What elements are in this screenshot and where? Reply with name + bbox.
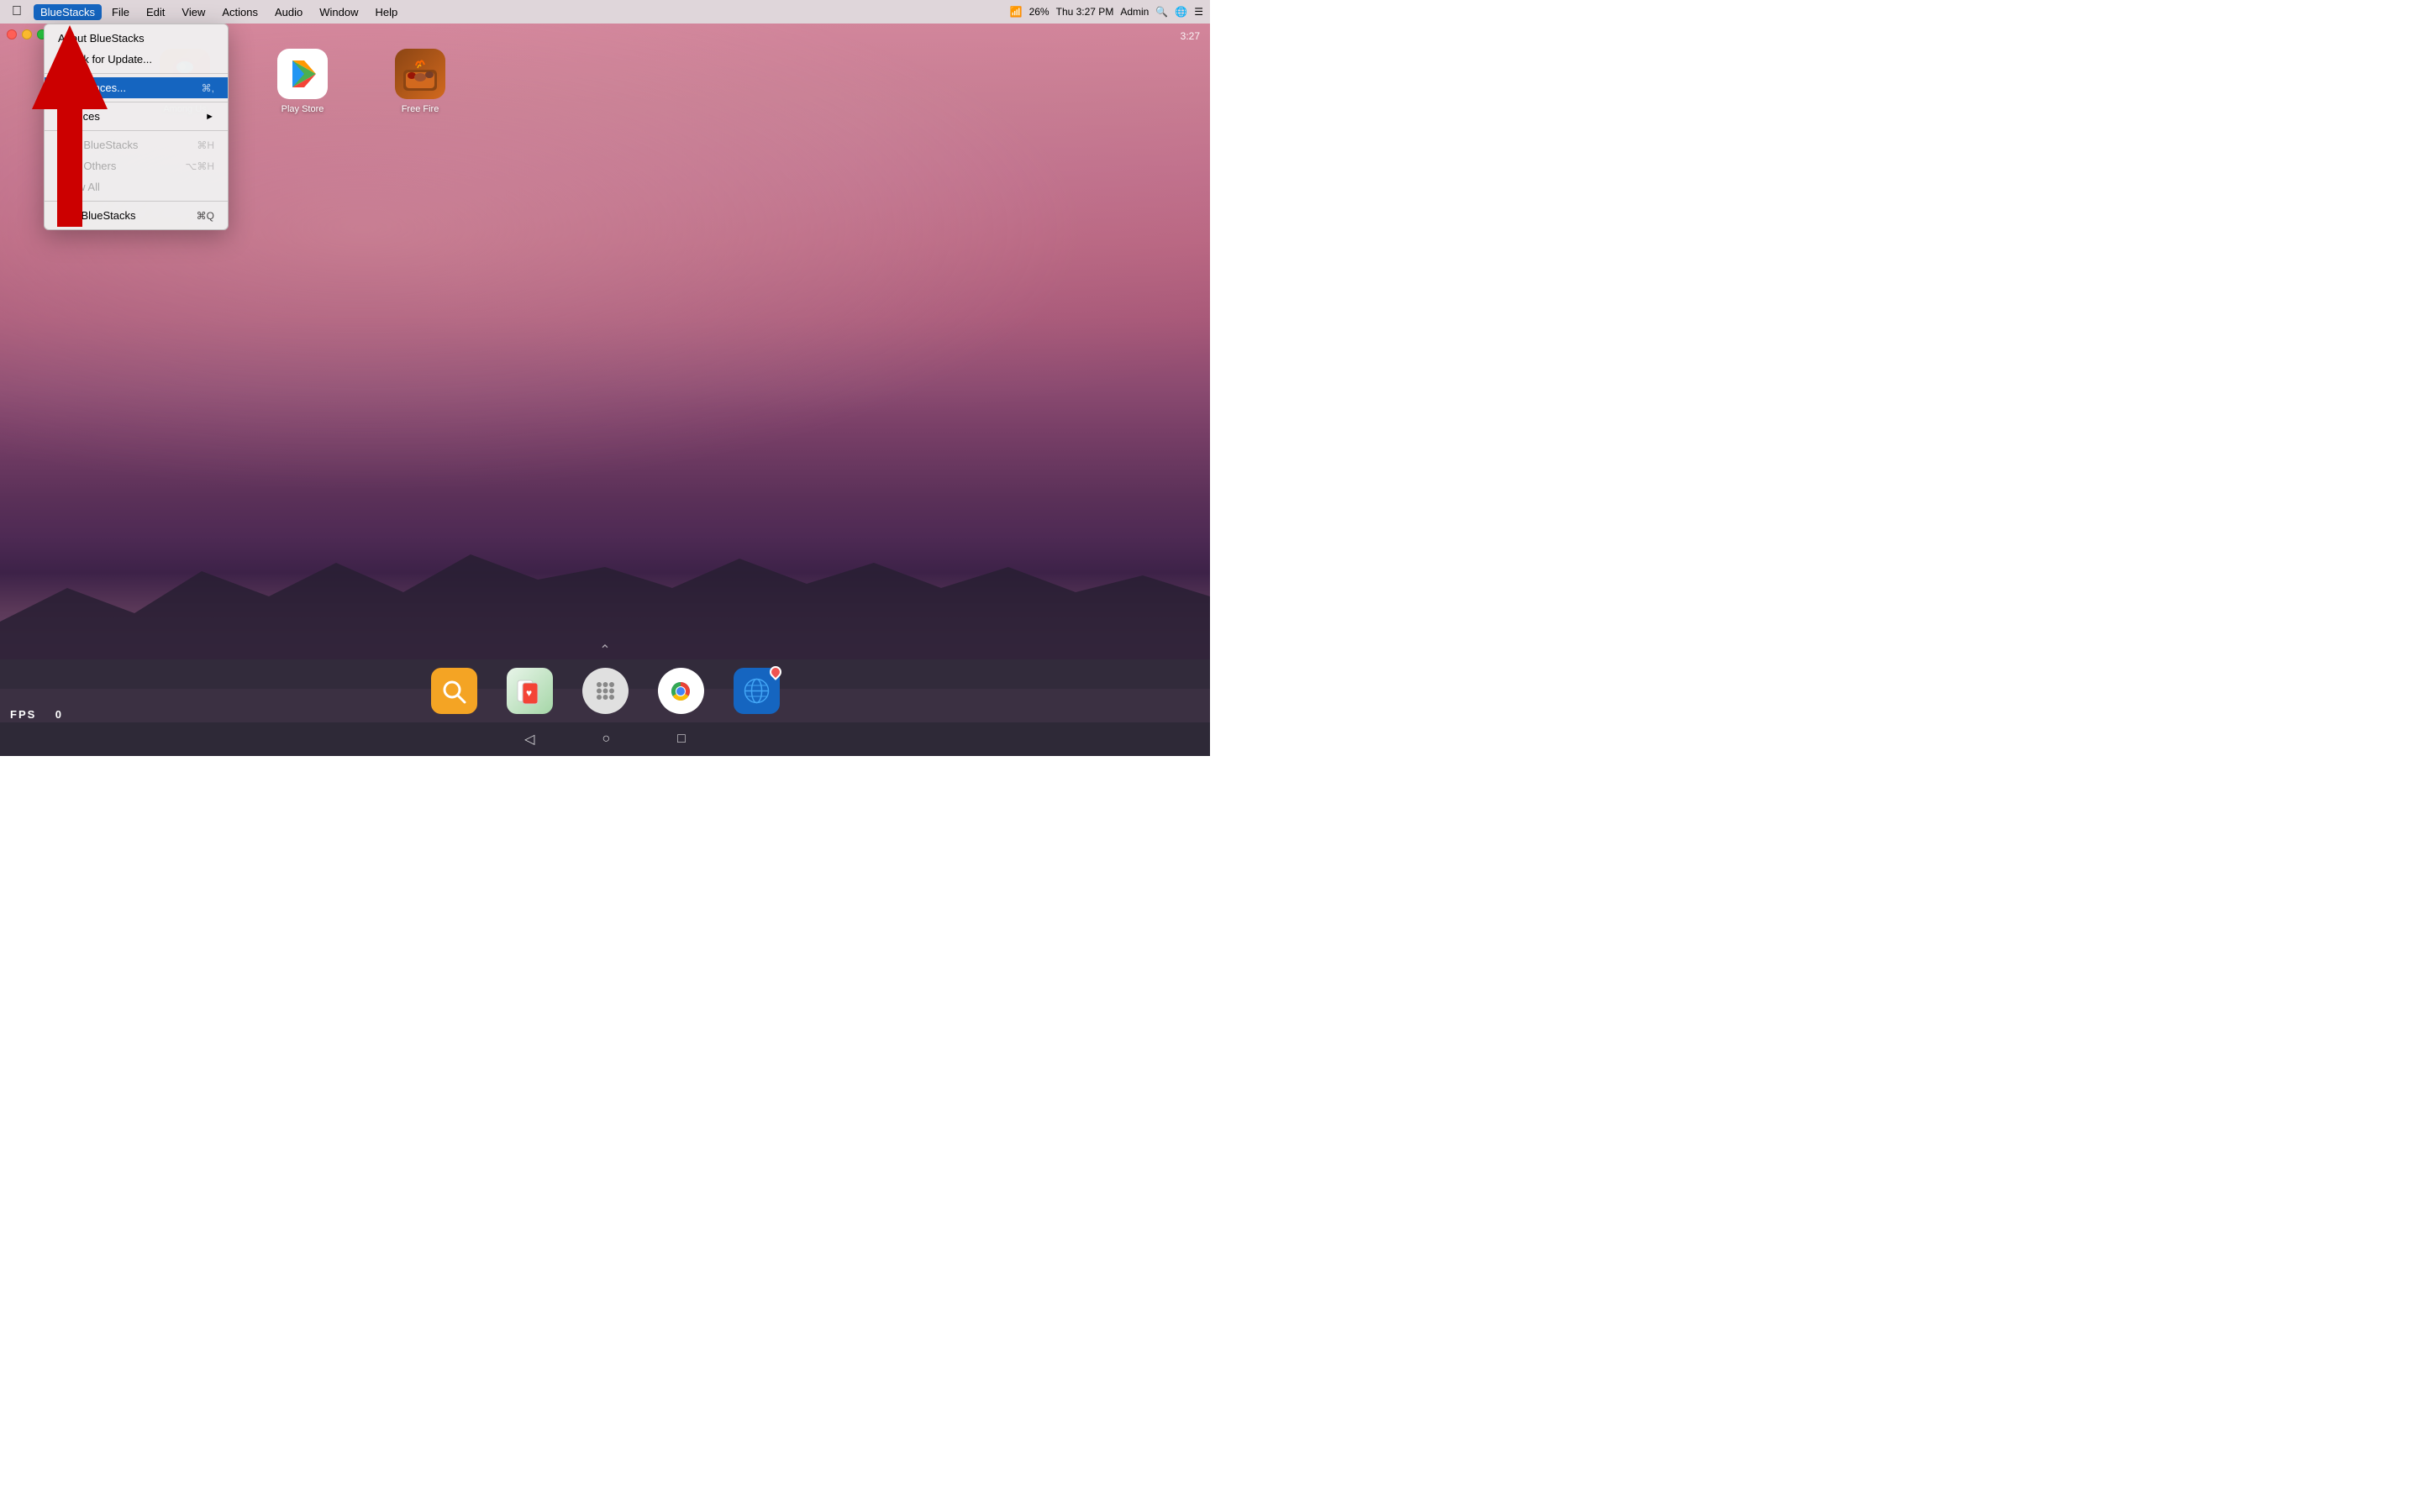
file-menu[interactable]: File — [105, 4, 136, 20]
hide-bluestacks[interactable]: Hide BlueStacks ⌘H — [45, 134, 228, 155]
fps-counter: FPS 0 — [10, 708, 63, 721]
taskbar-chevron[interactable]: ⌃ — [599, 642, 610, 659]
quit-shortcut: ⌘Q — [197, 210, 214, 222]
window-traffic-lights — [7, 29, 47, 39]
app-icon-free-fire[interactable]: Free Fire — [387, 49, 454, 114]
show-all[interactable]: Show All — [45, 176, 228, 197]
menu-sep-3 — [45, 130, 228, 131]
android-taskbar: ♥ — [0, 659, 1210, 722]
user-label: Admin — [1120, 6, 1149, 18]
svg-text:♥: ♥ — [526, 687, 532, 699]
hide-others-shortcut: ⌥⌘H — [186, 160, 215, 172]
free-fire-icon — [395, 49, 445, 99]
menubar-left:  BlueStacks File Edit View Actions Audi… — [7, 3, 404, 21]
menubar-right: 📶 26% Thu 3:27 PM Admin 🔍 🌐 ☰ — [1010, 6, 1203, 18]
free-fire-label: Free Fire — [402, 104, 439, 114]
fps-label: FPS — [10, 708, 36, 721]
menu-extras-icon[interactable]: ☰ — [1194, 6, 1203, 18]
recents-button[interactable]: □ — [677, 732, 686, 747]
play-store-label: Play Store — [281, 104, 324, 114]
close-button[interactable] — [7, 29, 17, 39]
android-time: 3:27 — [1181, 30, 1200, 42]
audio-menu[interactable]: Audio — [268, 4, 309, 20]
bluestacks-dropdown-menu: About BlueStacks Check for Update... Pre… — [44, 24, 229, 230]
check-for-update[interactable]: Check for Update... — [45, 49, 228, 70]
menu-sep-4 — [45, 201, 228, 202]
edit-menu[interactable]: Edit — [139, 4, 171, 20]
about-bluestacks[interactable]: About BlueStacks — [45, 28, 228, 49]
play-store-icon — [277, 49, 328, 99]
taskbar-all-apps[interactable] — [582, 668, 629, 714]
minimize-button[interactable] — [22, 29, 32, 39]
search-icon[interactable]: 🔍 — [1155, 6, 1168, 18]
apple-menu[interactable]:  — [7, 3, 27, 21]
window-menu[interactable]: Window — [313, 4, 365, 20]
back-button[interactable]: ◁ — [524, 731, 534, 748]
bluestacks-menu-trigger[interactable]: BlueStacks — [34, 4, 102, 20]
preferences-item[interactable]: Preferences... ⌘, — [45, 77, 228, 98]
view-menu[interactable]: View — [175, 4, 212, 20]
clock: Thu 3:27 PM — [1056, 6, 1114, 18]
wifi-icon: 📶 — [1010, 6, 1023, 18]
battery-status: 26% — [1029, 6, 1050, 18]
preferences-shortcut: ⌘, — [202, 82, 214, 94]
actions-menu[interactable]: Actions — [215, 4, 265, 20]
taskbar-browser-app[interactable] — [734, 668, 780, 714]
app-icon-play-store[interactable]: Play Store — [269, 49, 336, 114]
taskbar-search-app[interactable] — [431, 668, 477, 714]
hide-shortcut: ⌘H — [197, 139, 214, 151]
help-menu[interactable]: Help — [369, 4, 405, 20]
services-arrow: ► — [205, 112, 214, 122]
mac-menubar:  BlueStacks File Edit View Actions Audi… — [0, 0, 1210, 24]
services-item[interactable]: Services ► — [45, 106, 228, 127]
home-button[interactable]: ○ — [602, 732, 610, 747]
fps-value: 0 — [55, 708, 63, 721]
quit-bluestacks[interactable]: Quit BlueStacks ⌘Q — [45, 205, 228, 226]
hide-others[interactable]: Hide Others ⌥⌘H — [45, 155, 228, 176]
taskbar-solitaire-app[interactable]: ♥ — [507, 668, 553, 714]
taskbar-chrome-app[interactable] — [658, 668, 704, 714]
menu-sep-1 — [45, 73, 228, 74]
siri-icon[interactable]: 🌐 — [1175, 6, 1187, 18]
android-navbar: ◁ ○ □ — [0, 722, 1210, 756]
